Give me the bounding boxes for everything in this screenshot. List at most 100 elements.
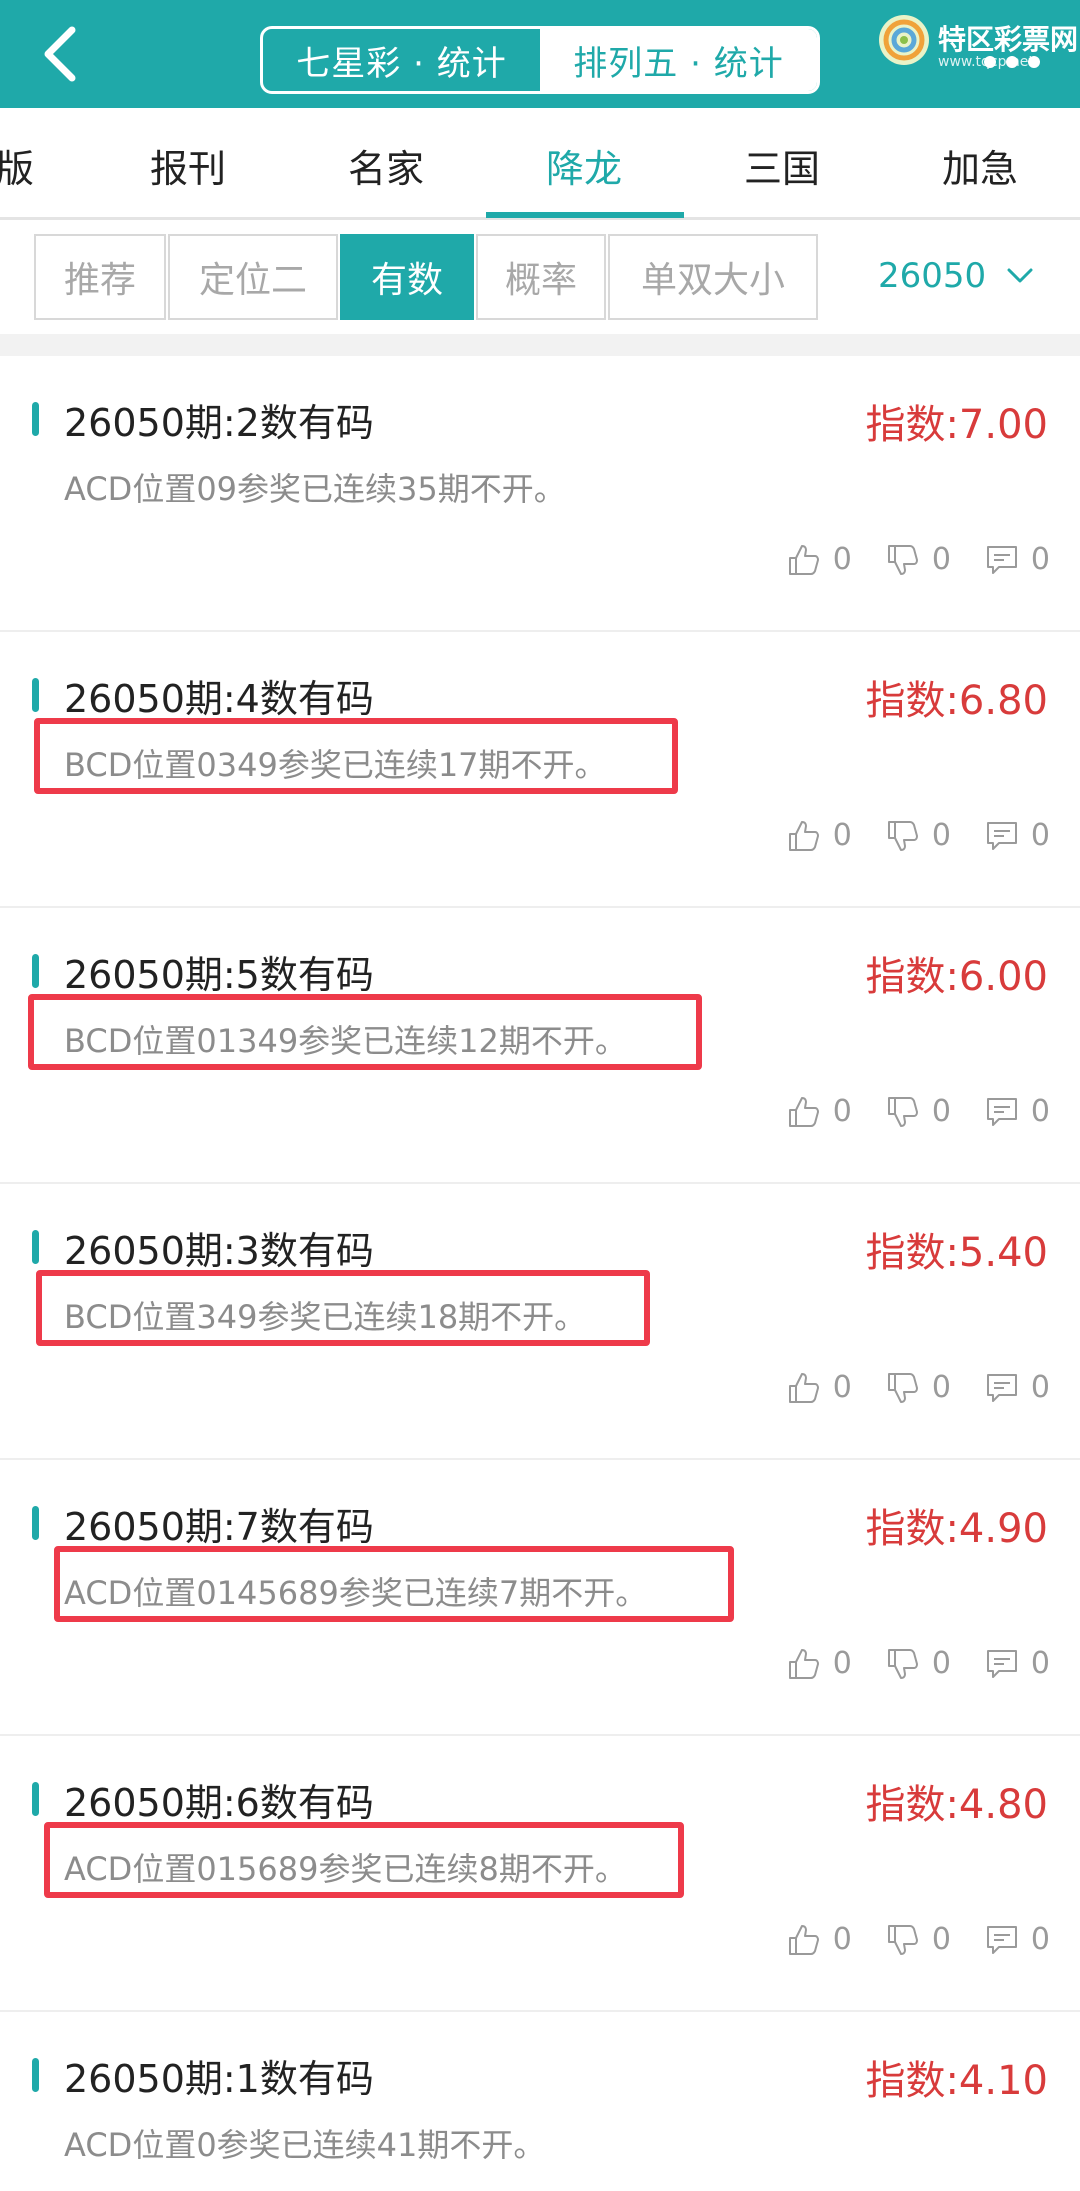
dislike-button[interactable]: 0	[886, 1094, 951, 1129]
thumbs-up-icon	[788, 820, 819, 851]
thumbs-down-icon	[887, 820, 918, 851]
thumbs-up-icon	[788, 1648, 819, 1679]
nav-item-mingjia[interactable]: 名家	[348, 138, 424, 193]
comment-button[interactable]: 0	[985, 1922, 1050, 1957]
nav-active-indicator	[486, 212, 684, 218]
item-title: 26050期:5数有码	[64, 953, 374, 997]
thumbs-up-icon	[788, 1096, 819, 1127]
dislike-count: 0	[931, 542, 951, 577]
like-button[interactable]: 0	[787, 1370, 852, 1405]
filter-tab-tuijian[interactable]: 推荐	[34, 234, 166, 320]
item-accent-bar	[32, 678, 39, 712]
filter-tab-gailv[interactable]: 概率	[476, 234, 606, 320]
thumbs-up-icon	[788, 1372, 819, 1403]
highlight-box	[28, 994, 702, 1070]
dislike-button[interactable]: 0	[886, 818, 951, 853]
back-arrow-icon	[44, 26, 76, 82]
filter-row: 推荐 定位二 有数 概率 单双大小 26050	[0, 222, 1080, 334]
item-title: 26050期:4数有码	[64, 677, 374, 721]
section-divider	[0, 334, 1080, 356]
item-actions: 0 0 0	[787, 1646, 1050, 1681]
like-count: 0	[832, 1370, 852, 1405]
item-index: 指数:6.00	[865, 954, 1048, 1000]
list-item[interactable]: 26050期:1数有码 指数:4.10 ACD位置0参奖已连续41期不开。	[0, 2012, 1080, 2191]
comment-icon	[986, 1925, 1017, 1954]
list-item[interactable]: 26050期:6数有码 指数:4.80 ACD位置015689参奖已连续8期不开…	[0, 1736, 1080, 2012]
more-menu-icon[interactable]	[984, 56, 1040, 68]
dislike-button[interactable]: 0	[886, 542, 951, 577]
thumbs-down-icon	[887, 1096, 918, 1127]
item-index: 指数:5.40	[865, 1230, 1048, 1276]
comment-count: 0	[1030, 1646, 1050, 1681]
dislike-count: 0	[931, 1922, 951, 1957]
nav-item-baokan[interactable]: 报刊	[150, 138, 226, 193]
list-item[interactable]: 26050期:4数有码 指数:6.80 BCD位置0349参奖已连续17期不开。…	[0, 632, 1080, 908]
comment-button[interactable]: 0	[985, 1646, 1050, 1681]
issue-value: 26050	[878, 256, 987, 296]
like-button[interactable]: 0	[787, 1094, 852, 1129]
comment-icon	[986, 1373, 1017, 1402]
like-button[interactable]: 0	[787, 1646, 852, 1681]
chevron-down-icon	[1007, 268, 1033, 283]
dislike-button[interactable]: 0	[886, 1370, 951, 1405]
item-accent-bar	[32, 402, 39, 436]
highlight-box	[34, 718, 678, 794]
item-title: 26050期:7数有码	[64, 1505, 374, 1549]
dislike-button[interactable]: 0	[886, 1646, 951, 1681]
comment-count: 0	[1030, 1922, 1050, 1957]
comment-icon	[986, 1649, 1017, 1678]
item-actions: 0 0 0	[787, 542, 1050, 577]
item-actions: 0 0 0	[787, 818, 1050, 853]
segment-pailiewu[interactable]: 排列五 · 统计	[540, 29, 817, 91]
list-item[interactable]: 26050期:3数有码 指数:5.40 BCD位置349参奖已连续18期不开。 …	[0, 1184, 1080, 1460]
dot	[1006, 56, 1018, 68]
thumbs-up-icon	[788, 1924, 819, 1955]
thumbs-down-icon	[887, 1924, 918, 1955]
list-item[interactable]: 26050期:7数有码 指数:4.90 ACD位置0145689参奖已连续7期不…	[0, 1460, 1080, 1736]
nav-item-sanguo[interactable]: 三国	[744, 138, 820, 193]
nav-item-ban[interactable]: 版	[0, 138, 34, 193]
comment-button[interactable]: 0	[985, 1094, 1050, 1129]
item-actions: 0 0 0	[787, 1922, 1050, 1957]
dislike-button[interactable]: 0	[886, 1922, 951, 1957]
like-count: 0	[832, 542, 852, 577]
filter-tab-youshu[interactable]: 有数	[340, 234, 474, 320]
category-nav: 版 报刊 名家 降龙 三国 加急	[0, 108, 1080, 220]
thumbs-down-icon	[887, 1648, 918, 1679]
comment-count: 0	[1030, 542, 1050, 577]
issue-select[interactable]: 26050	[878, 256, 1034, 296]
comment-button[interactable]: 0	[985, 542, 1050, 577]
segment-qixingcai[interactable]: 七星彩 · 统计	[263, 29, 540, 91]
like-button[interactable]: 0	[787, 1922, 852, 1957]
back-button[interactable]	[30, 22, 90, 86]
highlight-box	[44, 1822, 684, 1898]
nav-item-jiaji[interactable]: 加急	[942, 138, 1018, 193]
item-index: 指数:4.90	[865, 1506, 1048, 1552]
comment-button[interactable]: 0	[985, 818, 1050, 853]
comment-count: 0	[1030, 818, 1050, 853]
brand-logo-icon	[879, 15, 929, 65]
filter-tab-danshuang[interactable]: 单双大小	[608, 234, 818, 320]
nav-item-xianglong[interactable]: 降龙	[546, 138, 622, 193]
list-item[interactable]: 26050期:5数有码 指数:6.00 BCD位置01349参奖已连续12期不开…	[0, 908, 1080, 1184]
like-count: 0	[832, 1922, 852, 1957]
item-title: 26050期:1数有码	[64, 2057, 374, 2101]
item-accent-bar	[32, 1230, 39, 1264]
like-button[interactable]: 0	[787, 818, 852, 853]
comment-icon	[986, 821, 1017, 850]
item-accent-bar	[32, 1782, 39, 1816]
brand-name: 特区彩票网	[938, 23, 1079, 56]
brand-watermark: 特区彩票网 www.tqcp.net	[876, 10, 1079, 70]
item-actions: 0 0 0	[787, 1094, 1050, 1129]
item-accent-bar	[32, 2058, 39, 2092]
item-accent-bar	[32, 954, 39, 988]
comment-button[interactable]: 0	[985, 1370, 1050, 1405]
filter-tab-dingweier[interactable]: 定位二	[168, 234, 338, 320]
item-title: 26050期:6数有码	[64, 1781, 374, 1825]
list-item[interactable]: 26050期:2数有码 指数:7.00 ACD位置09参奖已连续35期不开。 0…	[0, 356, 1080, 632]
highlight-box	[54, 1546, 734, 1622]
like-button[interactable]: 0	[787, 542, 852, 577]
item-index: 指数:7.00	[865, 402, 1048, 448]
thumbs-up-icon	[788, 544, 819, 575]
item-actions: 0 0 0	[787, 1370, 1050, 1405]
